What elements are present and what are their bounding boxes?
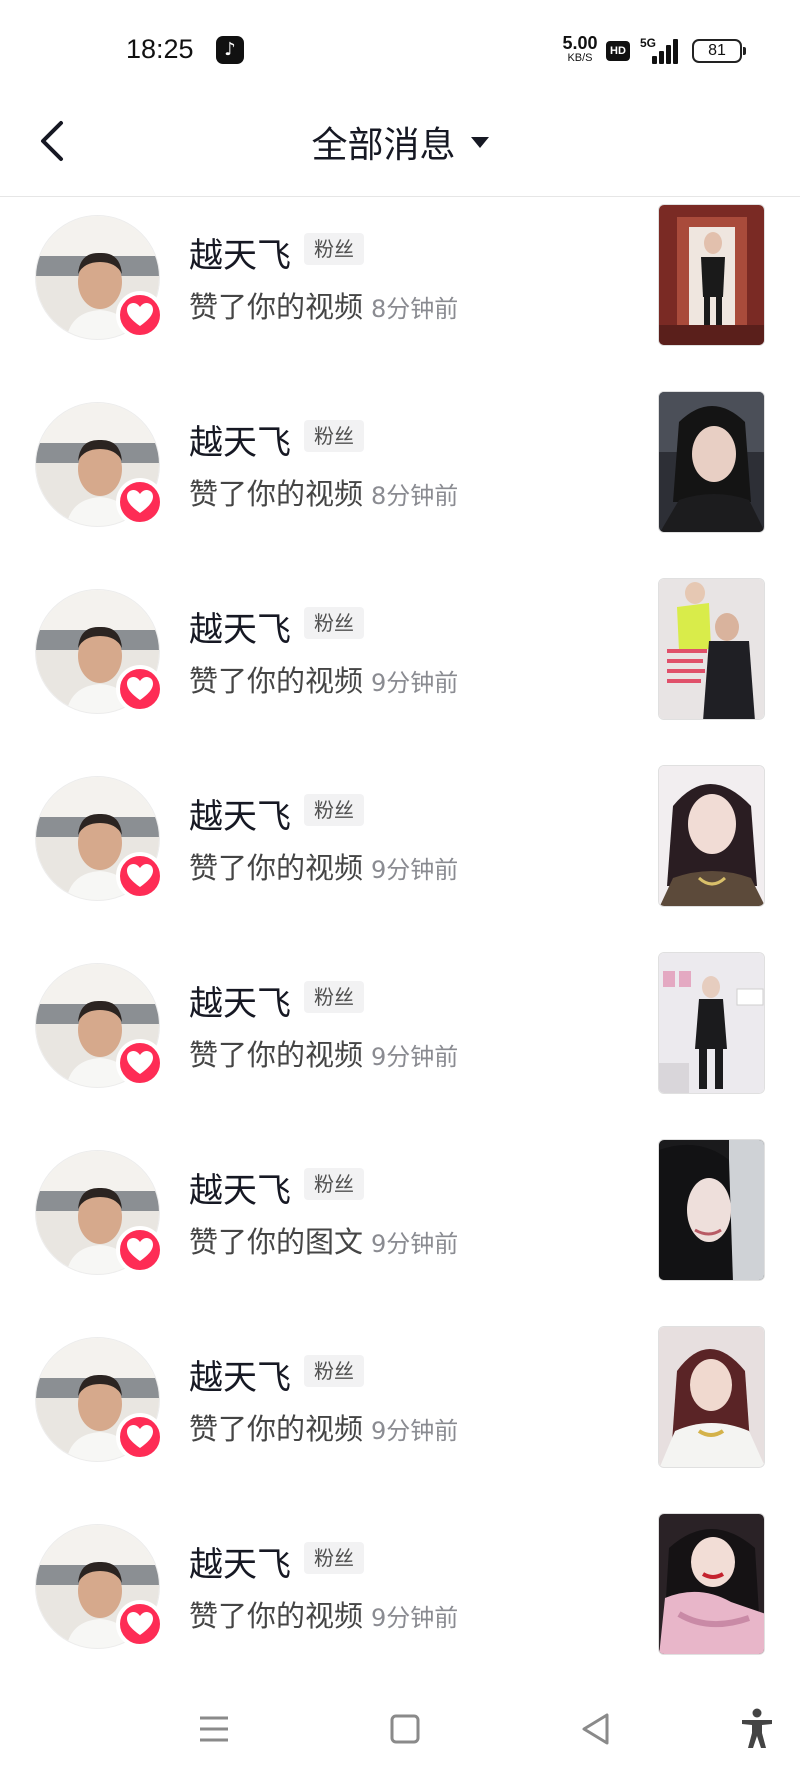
- action-text: 赞了你的视频: [189, 1599, 364, 1633]
- user-name[interactable]: 越天飞: [189, 1350, 291, 1399]
- video-thumbnail[interactable]: [658, 1326, 765, 1468]
- notification-item[interactable]: 越天飞 粉丝 赞了你的视频 9分钟前: [0, 946, 800, 1096]
- video-thumbnail[interactable]: [658, 1513, 765, 1655]
- notification-text: 赞了你的视频 9分钟前: [189, 658, 458, 700]
- heart-icon: [116, 1600, 164, 1648]
- timestamp: 9分钟前: [371, 856, 459, 884]
- signal-icon: 5G: [640, 34, 682, 64]
- accessibility-icon: [742, 1708, 772, 1748]
- action-text: 赞了你的视频: [189, 851, 364, 885]
- user-name[interactable]: 越天飞: [189, 976, 291, 1025]
- heart-icon: [116, 665, 164, 713]
- timestamp: 8分钟前: [371, 482, 459, 510]
- notification-item[interactable]: 越天飞 粉丝 赞了你的视频 9分钟前: [0, 572, 800, 722]
- video-thumbnail[interactable]: [658, 204, 765, 346]
- network-speed-value: 5.00: [562, 33, 598, 53]
- video-thumbnail[interactable]: [658, 765, 765, 907]
- user-name[interactable]: 越天飞: [189, 602, 291, 651]
- fan-tag: 粉丝: [304, 1168, 364, 1200]
- triangle-back-icon: [582, 1713, 609, 1745]
- user-name[interactable]: 越天飞: [189, 228, 291, 277]
- heart-icon: [116, 852, 164, 900]
- notification-text: 赞了你的视频 8分钟前: [189, 471, 458, 513]
- notification-text: 赞了你的视频 9分钟前: [189, 1406, 458, 1448]
- nav-menu-button[interactable]: [191, 1706, 237, 1752]
- fan-tag: 粉丝: [304, 233, 364, 265]
- timestamp: 9分钟前: [371, 1417, 459, 1445]
- nav-home-button[interactable]: [382, 1706, 428, 1752]
- battery-indicator: 81: [692, 39, 746, 63]
- action-text: 赞了你的视频: [189, 1038, 364, 1072]
- notification-item[interactable]: 越天飞 粉丝 赞了你的视频 8分钟前: [0, 198, 800, 348]
- video-thumbnail[interactable]: [658, 952, 765, 1094]
- user-name[interactable]: 越天飞: [189, 1163, 291, 1212]
- message-filter-dropdown[interactable]: 全部消息: [0, 116, 800, 168]
- heart-icon: [116, 1226, 164, 1274]
- video-thumbnail[interactable]: [658, 391, 765, 533]
- fan-tag: 粉丝: [304, 420, 364, 452]
- nav-back-button[interactable]: [573, 1706, 619, 1752]
- fan-tag: 粉丝: [304, 981, 364, 1013]
- square-icon: [390, 1714, 420, 1744]
- notification-item[interactable]: 越天飞 粉丝 赞了你的图文 9分钟前: [0, 1133, 800, 1283]
- action-text: 赞了你的视频: [189, 290, 364, 324]
- network-type: 5G: [640, 36, 657, 50]
- action-text: 赞了你的视频: [189, 477, 364, 511]
- page-title: 全部消息: [311, 125, 456, 166]
- fan-tag: 粉丝: [304, 1542, 364, 1574]
- action-text: 赞了你的视频: [189, 664, 364, 698]
- user-name[interactable]: 越天飞: [189, 1537, 291, 1586]
- notification-item[interactable]: 越天飞 粉丝 赞了你的视频 9分钟前: [0, 759, 800, 909]
- notification-item[interactable]: 越天飞 粉丝 赞了你的视频 9分钟前: [0, 1320, 800, 1470]
- image-post-thumbnail[interactable]: [658, 1139, 765, 1281]
- timestamp: 9分钟前: [371, 669, 459, 697]
- fan-tag: 粉丝: [304, 794, 364, 826]
- status-time: 18:25: [126, 34, 194, 64]
- notification-text: 赞了你的视频 9分钟前: [189, 1593, 458, 1635]
- tiktok-icon: ♪: [216, 36, 244, 64]
- notification-item[interactable]: 越天飞 粉丝 赞了你的视频 9分钟前: [0, 1507, 800, 1657]
- notification-text: 赞了你的图文 9分钟前: [189, 1219, 458, 1261]
- notification-text: 赞了你的视频 8分钟前: [189, 284, 458, 326]
- timestamp: 8分钟前: [371, 295, 459, 323]
- notification-item[interactable]: 越天飞 粉丝 赞了你的视频 8分钟前: [0, 385, 800, 535]
- notification-text: 赞了你的视频 9分钟前: [189, 1032, 458, 1074]
- video-thumbnail[interactable]: [658, 578, 765, 720]
- menu-icon: [200, 1716, 228, 1742]
- user-name[interactable]: 越天飞: [189, 415, 291, 464]
- timestamp: 9分钟前: [371, 1043, 459, 1071]
- hd-badge: HD: [606, 41, 630, 61]
- fan-tag: 粉丝: [304, 1355, 364, 1387]
- heart-icon: [116, 1039, 164, 1087]
- system-nav-bar: [0, 1678, 800, 1778]
- accessibility-button[interactable]: [734, 1706, 780, 1752]
- network-speed-unit: KB/S: [567, 52, 593, 64]
- action-text: 赞了你的图文: [189, 1225, 364, 1259]
- status-bar: 18:25 ♪ 5.00 KB/S HD 5G 81: [0, 0, 800, 100]
- user-name[interactable]: 越天飞: [189, 789, 291, 838]
- timestamp: 9分钟前: [371, 1604, 459, 1632]
- timestamp: 9分钟前: [371, 1230, 459, 1258]
- network-speed: 5.00 KB/S: [558, 34, 602, 64]
- heart-icon: [116, 478, 164, 526]
- heart-icon: [116, 1413, 164, 1461]
- action-text: 赞了你的视频: [189, 1412, 364, 1446]
- notification-text: 赞了你的视频 9分钟前: [189, 845, 458, 887]
- page-header: 全部消息: [0, 100, 800, 197]
- fan-tag: 粉丝: [304, 607, 364, 639]
- heart-icon: [116, 291, 164, 339]
- caret-down-icon: [470, 136, 489, 148]
